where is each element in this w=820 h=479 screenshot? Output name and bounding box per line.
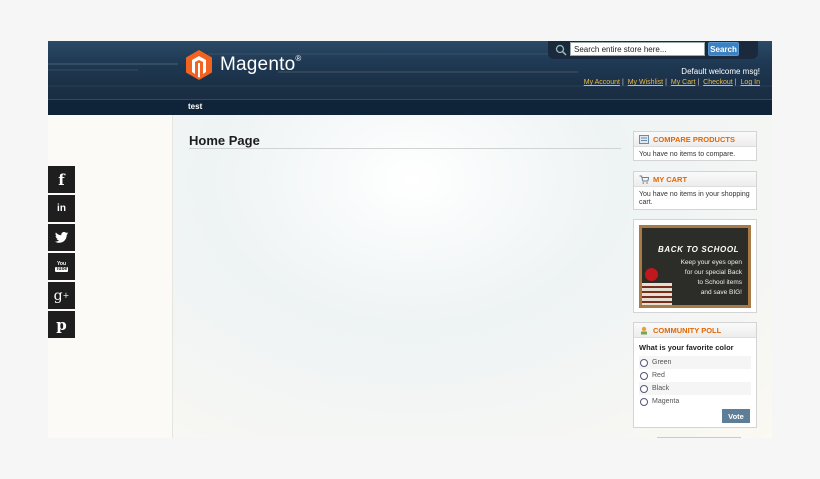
compare-products-block: COMPARE PRODUCTS You have no items to co… (633, 131, 757, 161)
checkout-link[interactable]: Checkout (703, 79, 733, 86)
account-links: My Account | My Wishlist | My Cart | Checko… (583, 79, 760, 86)
poll-option-black[interactable]: Black (639, 382, 751, 395)
compare-icon (639, 134, 649, 144)
cart-empty-text: You have no items in your shopping cart. (639, 191, 750, 206)
community-poll-block: COMMUNITY POLL What is your favorite col… (633, 322, 757, 428)
my-cart-link[interactable]: My Cart (671, 79, 696, 86)
search-button[interactable]: Search (708, 42, 739, 56)
promo-line: Keep your eyes open (680, 259, 742, 266)
compare-empty-text: You have no items to compare. (639, 151, 736, 158)
radio-button[interactable] (640, 371, 648, 380)
compare-products-title: COMPARE PRODUCTS (653, 134, 735, 144)
my-cart-block: MY CART You have no items in your shoppi… (633, 171, 757, 210)
poll-question: What is your favorite color (639, 343, 734, 352)
logo-text: Magento® (220, 54, 302, 75)
my-account-link[interactable]: My Account (584, 79, 620, 86)
social-share-bar: f in You Tube g + p (48, 166, 75, 340)
radio-button[interactable] (640, 384, 648, 393)
back-to-school-banner[interactable]: BACK TO SCHOOL Keep your eyes open for o… (633, 219, 757, 313)
main-navigation: test (48, 99, 772, 115)
my-wishlist-link[interactable]: My Wishlist (628, 79, 663, 86)
promo-line: for our special Back (684, 269, 742, 276)
chalkboard-image: BACK TO SCHOOL Keep your eyes open for o… (639, 225, 751, 308)
search-bar: Search (548, 41, 758, 59)
page-title: Home Page (189, 133, 260, 148)
site-header: Magento® Search Default welcome msg! My … (48, 41, 772, 99)
vote-button[interactable]: Vote (722, 409, 750, 423)
youtube-icon[interactable]: You Tube (48, 253, 75, 280)
promo-title: BACK TO SCHOOL (658, 245, 740, 254)
books-graphic (642, 283, 672, 305)
title-divider (189, 148, 621, 149)
search-icon (555, 44, 567, 56)
apple-graphic (645, 268, 658, 281)
linkedin-icon[interactable]: in (48, 195, 75, 222)
poll-option-green[interactable]: Green (639, 356, 751, 369)
facebook-icon[interactable]: f (48, 166, 75, 193)
browser-viewport: Magento® Search Default welcome msg! My … (48, 41, 772, 438)
poll-options: Green Red Black Magenta (639, 356, 751, 408)
welcome-message: Default welcome msg! (681, 67, 760, 76)
poll-option-magenta[interactable]: Magenta (639, 395, 751, 408)
radio-button[interactable] (640, 358, 648, 367)
twitter-icon[interactable] (48, 224, 75, 251)
poll-option-red[interactable]: Red (639, 369, 751, 382)
search-input[interactable] (570, 42, 705, 56)
community-poll-title: COMMUNITY POLL (653, 325, 722, 335)
promo-line: and save BIG! (700, 289, 742, 296)
site-logo[interactable]: Magento® (186, 50, 301, 80)
my-cart-title: MY CART (653, 174, 688, 184)
nav-item-test[interactable]: test (188, 102, 202, 111)
google-plus-icon[interactable]: g + (48, 282, 75, 309)
pinterest-icon[interactable]: p (48, 311, 75, 338)
cart-icon (639, 175, 649, 184)
poll-icon (641, 326, 647, 334)
magento-logo-icon (186, 50, 212, 80)
bottom-block-edge (657, 437, 741, 438)
promo-line: to School items (697, 279, 742, 286)
log-in-link[interactable]: Log In (741, 79, 760, 86)
radio-button[interactable] (640, 397, 648, 406)
